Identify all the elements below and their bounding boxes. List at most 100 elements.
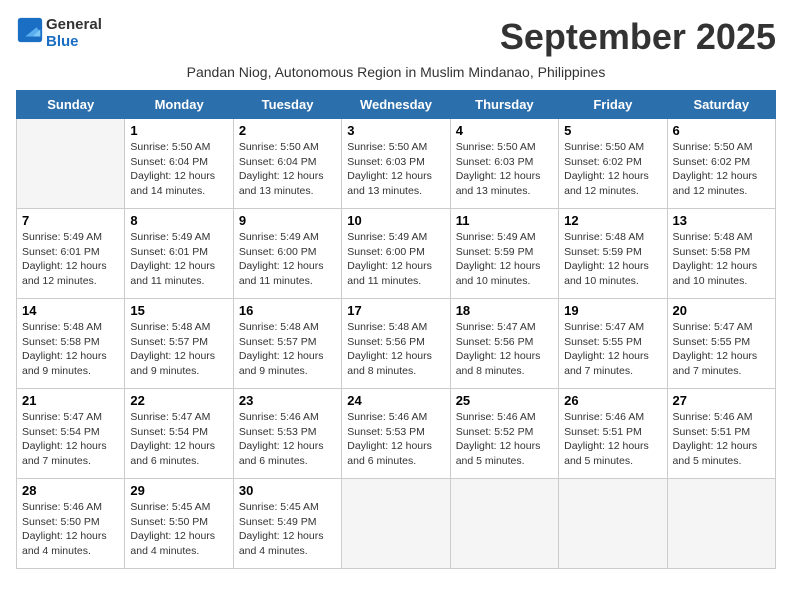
day-info: Sunrise: 5:45 AMSunset: 5:49 PMDaylight:…: [239, 500, 336, 559]
day-cell: 13 Sunrise: 5:48 AMSunset: 5:58 PMDayligh…: [667, 209, 775, 299]
header-saturday: Saturday: [667, 91, 775, 119]
day-number: 24: [347, 393, 444, 408]
day-info: Sunrise: 5:50 AMSunset: 6:04 PMDaylight:…: [130, 140, 227, 199]
day-info: Sunrise: 5:46 AMSunset: 5:51 PMDaylight:…: [564, 410, 661, 469]
day-cell: 27 Sunrise: 5:46 AMSunset: 5:51 PMDayligh…: [667, 389, 775, 479]
day-cell: 24 Sunrise: 5:46 AMSunset: 5:53 PMDayligh…: [342, 389, 450, 479]
day-info: Sunrise: 5:49 AMSunset: 5:59 PMDaylight:…: [456, 230, 553, 289]
day-cell: 26 Sunrise: 5:46 AMSunset: 5:51 PMDayligh…: [559, 389, 667, 479]
day-number: 26: [564, 393, 661, 408]
day-cell: 8Sunrise: 5:49 AMSunset: 6:01 PMDaylight…: [125, 209, 233, 299]
day-number: 9: [239, 213, 336, 228]
calendar-table: SundayMondayTuesdayWednesdayThursdayFrid…: [16, 90, 776, 569]
day-cell: 23Sunrise: 5:46 AMSunset: 5:53 PMDayligh…: [233, 389, 341, 479]
day-number: 20: [673, 303, 770, 318]
day-info: Sunrise: 5:45 AMSunset: 5:50 PMDaylight:…: [130, 500, 227, 559]
day-info: Sunrise: 5:50 AMSunset: 6:03 PMDaylight:…: [347, 140, 444, 199]
day-cell: 22 Sunrise: 5:47 AMSunset: 5:54 PMDayligh…: [125, 389, 233, 479]
day-number: 11: [456, 213, 553, 228]
day-cell: 30 Sunrise: 5:45 AMSunset: 5:49 PMDayligh…: [233, 479, 341, 569]
day-number: 7: [22, 213, 119, 228]
day-info: Sunrise: 5:47 AMSunset: 5:55 PMDaylight:…: [564, 320, 661, 379]
day-cell: 29 Sunrise: 5:45 AMSunset: 5:50 PMDayligh…: [125, 479, 233, 569]
day-cell: 5 Sunrise: 5:50 AMSunset: 6:02 PMDaylight…: [559, 119, 667, 209]
day-info: Sunrise: 5:46 AMSunset: 5:53 PMDaylight:…: [347, 410, 444, 469]
header-friday: Friday: [559, 91, 667, 119]
logo-text: General Blue: [46, 16, 102, 50]
day-number: 29: [130, 483, 227, 498]
day-number: 14: [22, 303, 119, 318]
day-info: Sunrise: 5:47 AMSunset: 5:54 PMDaylight:…: [130, 410, 227, 469]
day-info: Sunrise: 5:50 AMSunset: 6:04 PMDaylight:…: [239, 140, 336, 199]
day-cell: 12Sunrise: 5:48 AMSunset: 5:59 PMDayligh…: [559, 209, 667, 299]
day-info: Sunrise: 5:50 AMSunset: 6:02 PMDaylight:…: [564, 140, 661, 199]
day-cell: 19 Sunrise: 5:47 AMSunset: 5:55 PMDayligh…: [559, 299, 667, 389]
day-cell: 28Sunrise: 5:46 AMSunset: 5:50 PMDayligh…: [17, 479, 125, 569]
day-cell: [667, 479, 775, 569]
day-number: 4: [456, 123, 553, 138]
header-row: SundayMondayTuesdayWednesdayThursdayFrid…: [17, 91, 776, 119]
day-cell: 21 Sunrise: 5:47 AMSunset: 5:54 PMDayligh…: [17, 389, 125, 479]
day-number: 21: [22, 393, 119, 408]
day-number: 17: [347, 303, 444, 318]
day-cell: [342, 479, 450, 569]
month-title-section: September 2025: [500, 16, 776, 58]
day-cell: [450, 479, 558, 569]
day-cell: 14 Sunrise: 5:48 AMSunset: 5:58 PMDayligh…: [17, 299, 125, 389]
day-number: 15: [130, 303, 227, 318]
day-info: Sunrise: 5:46 AMSunset: 5:50 PMDaylight:…: [22, 500, 119, 559]
day-number: 30: [239, 483, 336, 498]
calendar-body: 1 Sunrise: 5:50 AMSunset: 6:04 PMDaylight…: [17, 119, 776, 569]
header-tuesday: Tuesday: [233, 91, 341, 119]
day-number: 3: [347, 123, 444, 138]
day-info: Sunrise: 5:46 AMSunset: 5:51 PMDaylight:…: [673, 410, 770, 469]
day-info: Sunrise: 5:49 AMSunset: 6:01 PMDaylight:…: [22, 230, 119, 289]
day-info: Sunrise: 5:49 AMSunset: 6:01 PMDaylight:…: [130, 230, 227, 289]
day-info: Sunrise: 5:47 AMSunset: 5:54 PMDaylight:…: [22, 410, 119, 469]
day-number: 5: [564, 123, 661, 138]
day-number: 23: [239, 393, 336, 408]
week-row-2: 7 Sunrise: 5:49 AMSunset: 6:01 PMDaylight…: [17, 209, 776, 299]
day-cell: 9Sunrise: 5:49 AMSunset: 6:00 PMDaylight…: [233, 209, 341, 299]
day-number: 25: [456, 393, 553, 408]
header-sunday: Sunday: [17, 91, 125, 119]
day-info: Sunrise: 5:48 AMSunset: 5:58 PMDaylight:…: [673, 230, 770, 289]
day-info: Sunrise: 5:48 AMSunset: 5:58 PMDaylight:…: [22, 320, 119, 379]
day-info: Sunrise: 5:46 AMSunset: 5:52 PMDaylight:…: [456, 410, 553, 469]
day-info: Sunrise: 5:48 AMSunset: 5:59 PMDaylight:…: [564, 230, 661, 289]
day-cell: 25 Sunrise: 5:46 AMSunset: 5:52 PMDayligh…: [450, 389, 558, 479]
day-number: 19: [564, 303, 661, 318]
header-wednesday: Wednesday: [342, 91, 450, 119]
day-number: 6: [673, 123, 770, 138]
logo-icon: [16, 16, 44, 44]
day-cell: 15Sunrise: 5:48 AMSunset: 5:57 PMDayligh…: [125, 299, 233, 389]
day-info: Sunrise: 5:48 AMSunset: 5:57 PMDaylight:…: [239, 320, 336, 379]
day-number: 22: [130, 393, 227, 408]
month-title: September 2025: [500, 16, 776, 58]
day-info: Sunrise: 5:49 AMSunset: 6:00 PMDaylight:…: [347, 230, 444, 289]
day-info: Sunrise: 5:47 AMSunset: 5:55 PMDaylight:…: [673, 320, 770, 379]
day-cell: 6 Sunrise: 5:50 AMSunset: 6:02 PMDaylight…: [667, 119, 775, 209]
day-cell: 2 Sunrise: 5:50 AMSunset: 6:04 PMDaylight…: [233, 119, 341, 209]
week-row-3: 14 Sunrise: 5:48 AMSunset: 5:58 PMDayligh…: [17, 299, 776, 389]
day-number: 18: [456, 303, 553, 318]
header-thursday: Thursday: [450, 91, 558, 119]
day-number: 13: [673, 213, 770, 228]
location-subtitle: Pandan Niog, Autonomous Region in Muslim…: [16, 64, 776, 80]
day-number: 16: [239, 303, 336, 318]
day-info: Sunrise: 5:50 AMSunset: 6:02 PMDaylight:…: [673, 140, 770, 199]
header-monday: Monday: [125, 91, 233, 119]
day-number: 1: [130, 123, 227, 138]
day-number: 27: [673, 393, 770, 408]
calendar-header: SundayMondayTuesdayWednesdayThursdayFrid…: [17, 91, 776, 119]
day-number: 2: [239, 123, 336, 138]
day-info: Sunrise: 5:50 AMSunset: 6:03 PMDaylight:…: [456, 140, 553, 199]
day-info: Sunrise: 5:48 AMSunset: 5:56 PMDaylight:…: [347, 320, 444, 379]
day-cell: 10Sunrise: 5:49 AMSunset: 6:00 PMDayligh…: [342, 209, 450, 299]
day-cell: 1 Sunrise: 5:50 AMSunset: 6:04 PMDaylight…: [125, 119, 233, 209]
day-cell: [559, 479, 667, 569]
day-cell: 17 Sunrise: 5:48 AMSunset: 5:56 PMDayligh…: [342, 299, 450, 389]
day-cell: 7 Sunrise: 5:49 AMSunset: 6:01 PMDaylight…: [17, 209, 125, 299]
week-row-1: 1 Sunrise: 5:50 AMSunset: 6:04 PMDaylight…: [17, 119, 776, 209]
day-info: Sunrise: 5:47 AMSunset: 5:56 PMDaylight:…: [456, 320, 553, 379]
